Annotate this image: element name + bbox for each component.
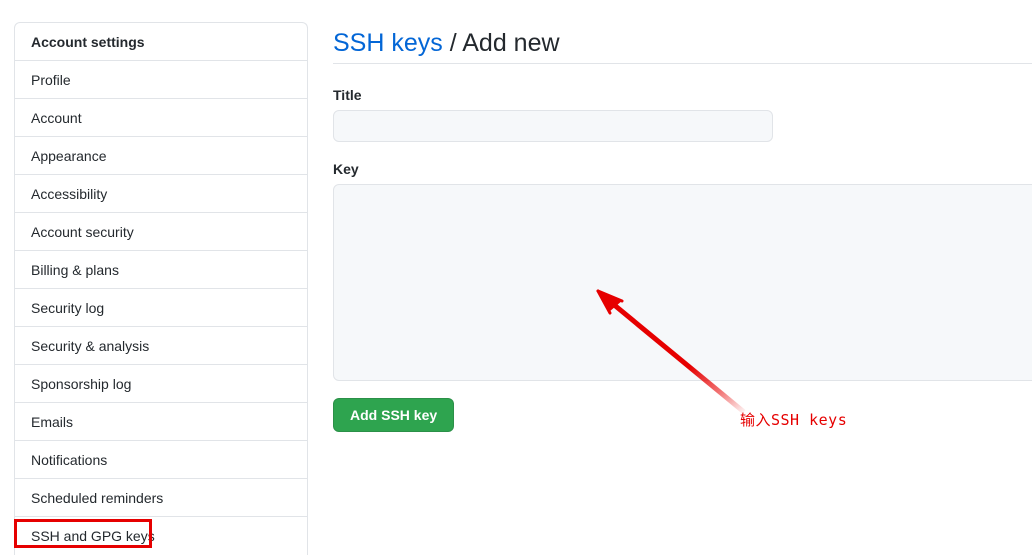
title-input[interactable] — [333, 110, 773, 142]
sidebar-item-accessibility[interactable]: Accessibility — [15, 175, 307, 213]
sidebar-item-label: Security & analysis — [31, 338, 150, 354]
sidebar-item-ssh-and-gpg-keys[interactable]: SSH and GPG keys — [15, 517, 307, 555]
key-field-label: Key — [333, 161, 359, 177]
sidebar-item-account-security[interactable]: Account security — [15, 213, 307, 251]
title-field-label: Title — [333, 87, 362, 103]
sidebar-item-label: Account — [31, 110, 82, 126]
sidebar-item-label: Appearance — [31, 148, 107, 164]
add-ssh-key-button[interactable]: Add SSH key — [333, 398, 455, 432]
settings-sidebar: Account settings Profile Account Appeara… — [14, 22, 308, 555]
sidebar-item-label: Scheduled reminders — [31, 490, 164, 506]
sidebar-item-label: Emails — [31, 414, 74, 430]
sidebar-item-emails[interactable]: Emails — [15, 403, 307, 441]
sidebar-item-label: Profile — [31, 72, 71, 88]
sidebar-item-label: Security log — [31, 300, 105, 316]
sidebar-item-label: Notifications — [31, 452, 108, 468]
breadcrumb-current-page: Add new — [462, 29, 560, 57]
sidebar-item-label: Accessibility — [31, 186, 108, 202]
sidebar-item-profile[interactable]: Profile — [15, 61, 307, 99]
main-content: SSH keys / Add new Title Key Add SSH key — [333, 0, 1032, 552]
sidebar-item-sponsorship-log[interactable]: Sponsorship log — [15, 365, 307, 403]
sidebar-item-notifications[interactable]: Notifications — [15, 441, 307, 479]
breadcrumb-separator: / — [449, 29, 457, 57]
heading-divider — [333, 63, 1032, 64]
breadcrumb-link-ssh-keys[interactable]: SSH keys — [333, 29, 443, 57]
sidebar-item-account-settings: Account settings — [15, 23, 307, 61]
sidebar-item-security-and-analysis[interactable]: Security & analysis — [15, 327, 307, 365]
sidebar-item-label: Account security — [31, 224, 134, 240]
sidebar-item-security-log[interactable]: Security log — [15, 289, 307, 327]
sidebar-item-label: Account settings — [31, 34, 145, 50]
sidebar-item-label: SSH and GPG keys — [31, 528, 155, 544]
sidebar-item-appearance[interactable]: Appearance — [15, 137, 307, 175]
sidebar-item-label: Sponsorship log — [31, 376, 132, 392]
key-textarea[interactable] — [333, 184, 1032, 381]
sidebar-item-scheduled-reminders[interactable]: Scheduled reminders — [15, 479, 307, 517]
sidebar-item-billing-and-plans[interactable]: Billing & plans — [15, 251, 307, 289]
sidebar-item-label: Billing & plans — [31, 262, 119, 278]
breadcrumb: SSH keys / Add new — [333, 26, 560, 60]
sidebar-item-account[interactable]: Account — [15, 99, 307, 137]
